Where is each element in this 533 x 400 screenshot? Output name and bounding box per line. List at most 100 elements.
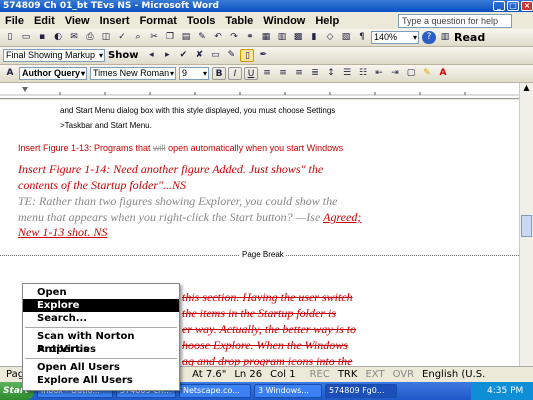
read-icon[interactable]: ▥ xyxy=(438,31,452,44)
border-icon[interactable]: ▢ xyxy=(404,67,418,80)
doc-text-line: and Start Menu dialog box with this styl… xyxy=(60,106,336,115)
accept-change-icon[interactable]: ✔ xyxy=(176,49,190,62)
excel-icon[interactable]: ▩ xyxy=(291,31,305,44)
font-color-icon[interactable]: A xyxy=(436,67,450,80)
drawing-icon[interactable]: ◇ xyxy=(323,31,337,44)
menu-format[interactable]: Format xyxy=(135,15,182,27)
reject-change-icon[interactable]: ✘ xyxy=(192,49,206,62)
vertical-scrollbar[interactable]: ▲ xyxy=(519,83,533,366)
task-netscape[interactable]: Netscape.co... xyxy=(179,384,251,398)
tables-icon[interactable]: ▦ xyxy=(259,31,273,44)
align-left-icon[interactable]: ≡ xyxy=(260,67,274,80)
system-tray: 4:35 PM xyxy=(471,382,533,400)
justify-icon[interactable]: ≣ xyxy=(308,67,322,80)
new-icon[interactable]: ▯ xyxy=(3,31,17,44)
cut-icon[interactable]: ✂ xyxy=(147,31,161,44)
status-ovr[interactable]: OVR xyxy=(393,369,414,380)
email-icon[interactable]: ✉ xyxy=(67,31,81,44)
doc-map-icon[interactable]: ▧ xyxy=(339,31,353,44)
insert-note: Insert Figure 1-14: Need another figure … xyxy=(18,162,324,176)
menu-help[interactable]: Help xyxy=(310,15,344,27)
menu-separator xyxy=(25,327,177,328)
minimize-button[interactable]: _ xyxy=(493,1,505,11)
print-icon[interactable]: ⎙ xyxy=(83,31,97,44)
redo-icon[interactable]: ↷ xyxy=(227,31,241,44)
paste-icon[interactable]: ▤ xyxy=(179,31,193,44)
bullets-icon[interactable]: ☷ xyxy=(356,67,370,80)
menu-tools[interactable]: Tools xyxy=(182,15,221,27)
increase-indent-icon[interactable]: ⇥ xyxy=(388,67,402,80)
align-right-icon[interactable]: ≡ xyxy=(292,67,306,80)
show-menu-button[interactable]: Show xyxy=(108,50,138,61)
align-center-icon[interactable]: ≡ xyxy=(276,67,290,80)
decrease-indent-icon[interactable]: ⇤ xyxy=(372,67,386,80)
style-select[interactable]: Author Query xyxy=(19,67,87,80)
inserted-text: New 1-13 shot. NS xyxy=(18,225,108,239)
maximize-button[interactable]: □ xyxy=(507,1,519,11)
font-select[interactable]: Times New Roman xyxy=(90,67,176,80)
bold-button[interactable]: B xyxy=(212,67,226,80)
track-changes-icon[interactable]: ✎ xyxy=(224,49,238,62)
doc-text-line: >Taskbar and Start Menu. xyxy=(60,121,152,130)
menu-view[interactable]: View xyxy=(60,15,95,27)
menu-insert[interactable]: Insert xyxy=(95,15,135,27)
menu-properties[interactable]: Properties xyxy=(23,343,179,356)
menu-explore-all-users[interactable]: Explore All Users xyxy=(23,374,179,387)
numbering-icon[interactable]: ☰ xyxy=(340,67,354,80)
help-search-input[interactable]: Type a question for help xyxy=(398,14,512,28)
insert-table-icon[interactable]: ▥ xyxy=(275,31,289,44)
hyperlink-icon[interactable]: ⚭ xyxy=(243,31,257,44)
columns-icon[interactable]: ▮ xyxy=(307,31,321,44)
menu-window[interactable]: Window xyxy=(258,15,310,27)
permission-icon[interactable]: ◐ xyxy=(51,31,65,44)
window-title: 574809 Ch 01_bt TEvs NS - Microsoft Word xyxy=(3,1,219,11)
insert-note: contents of the Startup folder"...NS xyxy=(18,178,187,192)
menu-edit[interactable]: Edit xyxy=(29,15,60,27)
formatting-toolbar: A Author Query Times New Roman 9 B I U ≡… xyxy=(0,65,533,83)
underline-button[interactable]: U xyxy=(244,67,258,80)
display-markup-select[interactable]: Final Showing Markup xyxy=(3,49,105,62)
task-word-active[interactable]: 574809 Fg0... xyxy=(325,384,397,398)
scroll-thumb[interactable] xyxy=(521,215,532,237)
previous-change-icon[interactable]: ◂ xyxy=(144,49,158,62)
menu-open[interactable]: Open xyxy=(23,286,179,299)
read-button[interactable]: Read xyxy=(454,31,485,44)
comment-icon[interactable]: ▭ xyxy=(208,49,222,62)
save-icon[interactable]: ▪ xyxy=(35,31,49,44)
copy-icon[interactable]: ❐ xyxy=(163,31,177,44)
reviewing-toolbar: Final Showing Markup Show ◂ ▸ ✔ ✘ ▭ ✎ ▯ … xyxy=(0,47,533,65)
horizontal-ruler[interactable] xyxy=(0,83,533,99)
styles-icon[interactable]: A xyxy=(3,67,17,80)
menu-search[interactable]: Search... xyxy=(23,312,179,325)
task-windows[interactable]: 3 Windows... xyxy=(254,384,322,398)
next-change-icon[interactable]: ▸ xyxy=(160,49,174,62)
preview-icon[interactable]: ◫ xyxy=(99,31,113,44)
zoom-select[interactable]: 140% xyxy=(371,31,419,44)
menu-open-all-users[interactable]: Open All Users xyxy=(23,361,179,374)
help-icon[interactable]: ? xyxy=(422,31,436,44)
deleted-text: hoose Explore. When the Windows xyxy=(182,338,348,352)
open-icon[interactable]: ▭ xyxy=(19,31,33,44)
page-break-label: Page Break xyxy=(240,250,286,259)
show-hide-icon[interactable]: ¶ xyxy=(355,31,369,44)
status-ext[interactable]: EXT xyxy=(365,369,384,380)
reviewing-pane-icon[interactable]: ▯ xyxy=(240,49,255,62)
status-rec[interactable]: REC xyxy=(310,369,330,380)
status-trk[interactable]: TRK xyxy=(338,369,358,380)
scroll-up-icon[interactable]: ▲ xyxy=(520,83,533,95)
menu-table[interactable]: Table xyxy=(220,15,258,27)
highlight-color-icon[interactable]: ✎ xyxy=(420,67,434,80)
undo-icon[interactable]: ↶ xyxy=(211,31,225,44)
editor-note: TE: Rather than two figures showing Expl… xyxy=(18,194,338,208)
menu-file[interactable]: File xyxy=(0,15,29,27)
italic-button[interactable]: I xyxy=(228,67,242,80)
research-icon[interactable]: ⌕ xyxy=(131,31,145,44)
menu-scan-norton[interactable]: Scan with Norton AntiVirus xyxy=(23,330,179,355)
menu-explore[interactable]: Explore xyxy=(23,299,179,312)
font-size-select[interactable]: 9 xyxy=(179,67,209,80)
close-button[interactable]: × xyxy=(521,1,533,11)
spelling-icon[interactable]: ✓ xyxy=(115,31,129,44)
highlight-icon[interactable]: ✒ xyxy=(256,49,270,62)
line-spacing-icon[interactable]: ↕ xyxy=(324,67,338,80)
format-painter-icon[interactable]: ✎ xyxy=(195,31,209,44)
